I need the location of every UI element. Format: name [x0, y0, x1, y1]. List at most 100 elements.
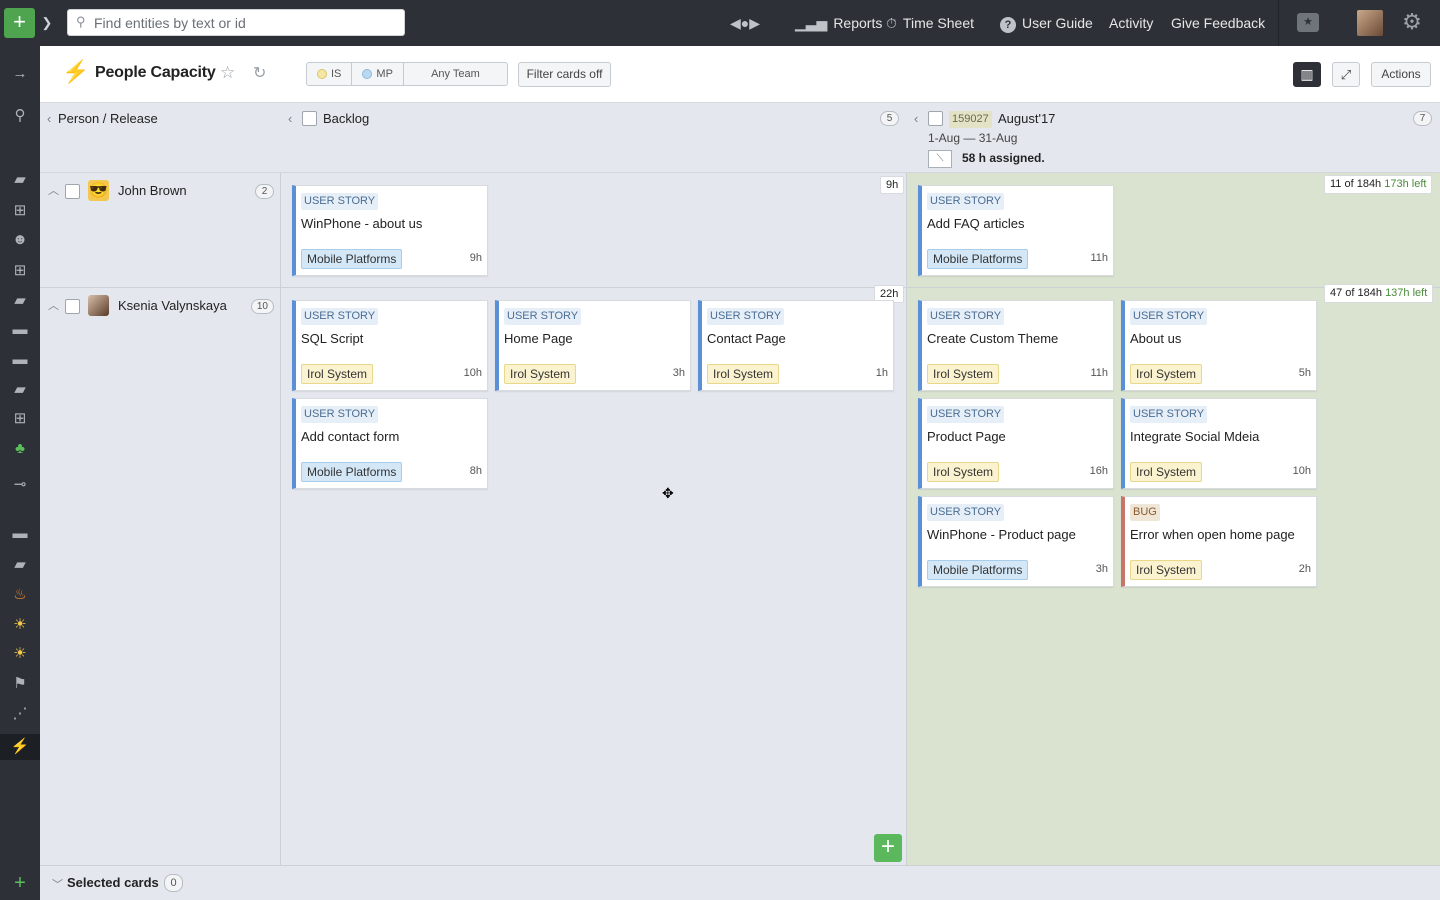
selected-cards-label[interactable]: Selected cards: [67, 875, 159, 890]
row-checkbox[interactable]: [65, 184, 80, 199]
release-dates: 1-Aug — 31-Aug: [928, 131, 1018, 145]
gear-icon[interactable]: ⚙: [1400, 10, 1424, 34]
people-capacity-icon[interactable]: ⚡: [0, 734, 40, 760]
link-lock-icon[interactable]: ⊸: [8, 474, 32, 496]
search-box[interactable]: ⚲: [67, 9, 405, 36]
clover-icon[interactable]: ♣: [8, 438, 32, 460]
folder-icon[interactable]: ▬: [8, 349, 32, 371]
folder-icon[interactable]: ▬: [8, 523, 32, 545]
bug-card[interactable]: BUG Error when open home page Irol System 2…: [1121, 496, 1317, 587]
card-project-tag[interactable]: Irol System: [1130, 560, 1203, 580]
hierarchy-icon[interactable]: ⊞: [8, 260, 32, 282]
card-project-tag[interactable]: Irol System: [504, 364, 577, 384]
expand-sidebar-icon[interactable]: ❯: [40, 8, 54, 38]
row-checkbox[interactable]: [65, 299, 80, 314]
axis-label[interactable]: Person / Release: [58, 111, 158, 126]
nav-time-sheet[interactable]: ⏱ Time Sheet: [886, 0, 974, 46]
user-story-card[interactable]: USER STORY Add contact form Mobile Platfor…: [292, 398, 488, 489]
card-project-tag[interactable]: Mobile Platforms: [301, 249, 403, 269]
favorites-icon[interactable]: ★: [1297, 13, 1319, 32]
people-icon[interactable]: ☻: [8, 229, 32, 251]
person-lock-icon[interactable]: ⚲: [8, 105, 32, 127]
folder-lock-icon[interactable]: ▰: [8, 379, 32, 401]
chevron-left-icon[interactable]: ‹: [288, 111, 292, 126]
nav-give-feedback[interactable]: Give Feedback: [1171, 0, 1265, 46]
card-project-tag[interactable]: Mobile Platforms: [927, 249, 1029, 269]
user-story-card[interactable]: USER STORY Add FAQ articles Mobile Platfor…: [918, 185, 1114, 276]
release-title[interactable]: August'17: [998, 111, 1055, 126]
add-card-button[interactable]: +: [874, 834, 902, 862]
card-effort: 5h: [1298, 367, 1311, 379]
release-checkbox[interactable]: [928, 111, 943, 126]
person-name: John Brown: [118, 183, 187, 198]
sun-lock-icon[interactable]: ☀: [8, 643, 32, 665]
row-header-ksenia-valynskaya[interactable]: ︿ Ksenia Valynskaya 10: [40, 295, 281, 319]
unknown-icon[interactable]: ◀●▶: [730, 0, 766, 46]
card-project-tag[interactable]: Mobile Platforms: [927, 560, 1029, 580]
user-story-card[interactable]: USER STORY WinPhone - Product page Mobile …: [918, 496, 1114, 587]
folder-icon[interactable]: ▬: [8, 319, 32, 341]
scatter-chart-icon[interactable]: ⋰: [8, 703, 32, 725]
release-column-header: ‹ 159027 August'17 7 1-Aug — 31-Aug ⟍ 58…: [907, 103, 1440, 173]
card-project-tag[interactable]: Irol System: [301, 364, 374, 384]
arrow-right-icon[interactable]: →: [8, 63, 32, 85]
card-project-tag[interactable]: Irol System: [1130, 462, 1203, 482]
refresh-icon[interactable]: ↻: [253, 63, 266, 83]
card-project-tag[interactable]: Irol System: [1130, 364, 1203, 384]
release-id[interactable]: 159027: [949, 111, 992, 128]
user-story-card[interactable]: USER STORY About us Irol System 5h: [1121, 300, 1317, 391]
card-project-tag[interactable]: Irol System: [707, 364, 780, 384]
hierarchy-icon[interactable]: ⊞: [8, 200, 32, 222]
card-type-badge: BUG: [1130, 504, 1160, 521]
search-input[interactable]: [94, 13, 394, 32]
card-title: WinPhone - about us: [301, 216, 423, 231]
user-story-card[interactable]: USER STORY Integrate Social Mdeia Irol Sys…: [1121, 398, 1317, 489]
folder-open-icon[interactable]: ▰: [8, 169, 32, 191]
user-story-card[interactable]: USER STORY Create Custom Theme Irol System…: [918, 300, 1114, 391]
backlog-checkbox[interactable]: [302, 111, 317, 126]
user-story-card[interactable]: USER STORY Contact Page Irol System 1h: [698, 300, 894, 391]
nav-reports[interactable]: ▁▃▅ Reports: [795, 0, 882, 46]
mp-dot-icon: [362, 69, 373, 79]
card-project-tag[interactable]: Mobile Platforms: [301, 462, 403, 482]
actions-button[interactable]: Actions: [1371, 62, 1431, 87]
collapse-icon[interactable]: ︿: [48, 297, 59, 313]
grid-icon[interactable]: ⊞: [8, 408, 32, 430]
capacity-badge: 11 of 184h 173h left: [1324, 175, 1433, 194]
user-avatar[interactable]: [1357, 10, 1383, 36]
columns-view-icon[interactable]: ▥: [1293, 62, 1321, 87]
star-icon[interactable]: ☆: [220, 63, 235, 83]
burndown-chart-icon[interactable]: ⟍: [928, 150, 952, 168]
user-story-card[interactable]: USER STORY Home Page Irol System 3h: [495, 300, 691, 391]
lightning-icon: ⚡: [62, 59, 90, 84]
filter-mp[interactable]: MP: [352, 63, 404, 85]
runner-icon[interactable]: ⚑: [8, 673, 32, 695]
card-project-tag[interactable]: Irol System: [927, 462, 1000, 482]
row-header-john-brown[interactable]: ︿ 😎 John Brown 2: [40, 180, 281, 204]
fullscreen-icon[interactable]: ⤢: [1332, 62, 1360, 87]
chevron-down-icon[interactable]: ﹀: [52, 876, 63, 892]
add-entity-button[interactable]: +: [4, 8, 35, 38]
folder-open-icon[interactable]: ▰: [8, 554, 32, 576]
nav-user-guide[interactable]: ? User Guide: [1000, 0, 1093, 46]
card-effort: 8h: [469, 465, 482, 477]
filter-is[interactable]: IS: [307, 63, 353, 85]
card-project-tag[interactable]: Irol System: [927, 364, 1000, 384]
top-bar: + ❯ ⚲ ◀●▶ ▁▃▅Reports ⏱Time Sheet ?User G…: [0, 0, 1440, 46]
sun-cloud-icon[interactable]: ☀: [8, 614, 32, 636]
view-header: ⚡ People Capacity ☆ ↻ IS MP Any Team Fil…: [40, 46, 1440, 103]
user-story-card[interactable]: USER STORY SQL Script Irol System 10h: [292, 300, 488, 391]
card-effort: 11h: [1090, 252, 1108, 264]
sidebar-add-icon[interactable]: +: [8, 872, 32, 894]
filter-cards-button[interactable]: Filter cards off: [518, 62, 611, 87]
user-story-card[interactable]: USER STORY Product Page Irol System 16h: [918, 398, 1114, 489]
chevron-left-icon[interactable]: ‹: [47, 111, 51, 126]
folder-lock-icon[interactable]: ▰: [8, 290, 32, 312]
collapse-icon[interactable]: ︿: [48, 182, 59, 198]
user-story-card[interactable]: USER STORY WinPhone - about us Mobile Plat…: [292, 185, 488, 276]
chevron-left-icon[interactable]: ‹: [914, 111, 918, 126]
filter-segment: IS MP Any Team: [306, 62, 508, 86]
team-filter[interactable]: Any Team: [404, 63, 507, 85]
fire-icon[interactable]: ♨: [8, 584, 32, 606]
nav-activity[interactable]: Activity: [1109, 0, 1153, 46]
